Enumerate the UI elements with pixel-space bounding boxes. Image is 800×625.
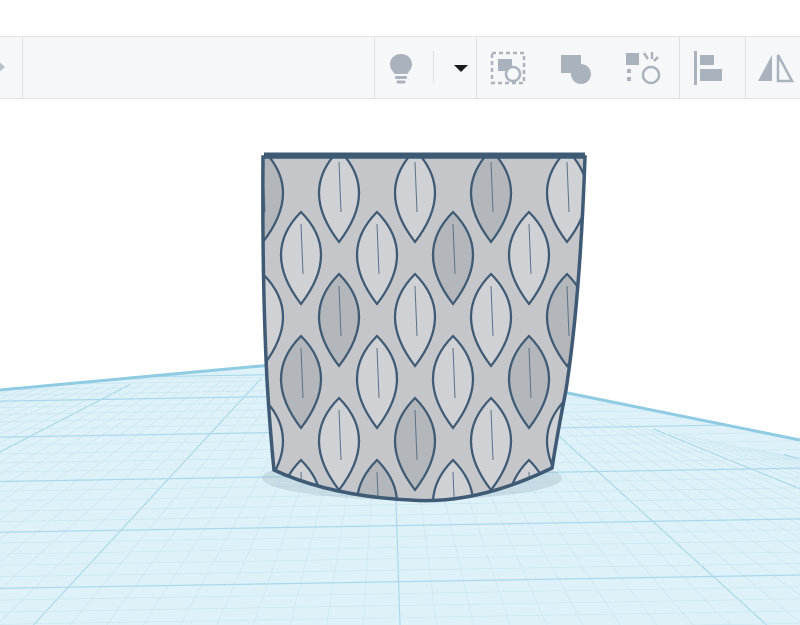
union-icon[interactable] (555, 47, 597, 89)
toolbar-divider (679, 37, 680, 98)
toolbar-divider (374, 37, 375, 98)
toolbar-divider (476, 37, 477, 98)
top-strip (0, 0, 800, 37)
edit-toolbar (0, 37, 800, 99)
dropdown-caret-icon[interactable] (440, 47, 470, 89)
align-icon[interactable] (688, 47, 730, 89)
toolbar-divider (745, 37, 746, 98)
toolbar-back-button[interactable] (0, 37, 23, 98)
lightbulb-icon[interactable] (380, 47, 422, 89)
back-arrow-icon (0, 59, 5, 75)
3d-viewport[interactable] (0, 99, 800, 625)
ungroup-icon[interactable] (622, 47, 664, 89)
mirror-icon[interactable] (754, 47, 796, 89)
toolbar-divider (433, 51, 434, 83)
group-icon[interactable] (487, 47, 529, 89)
